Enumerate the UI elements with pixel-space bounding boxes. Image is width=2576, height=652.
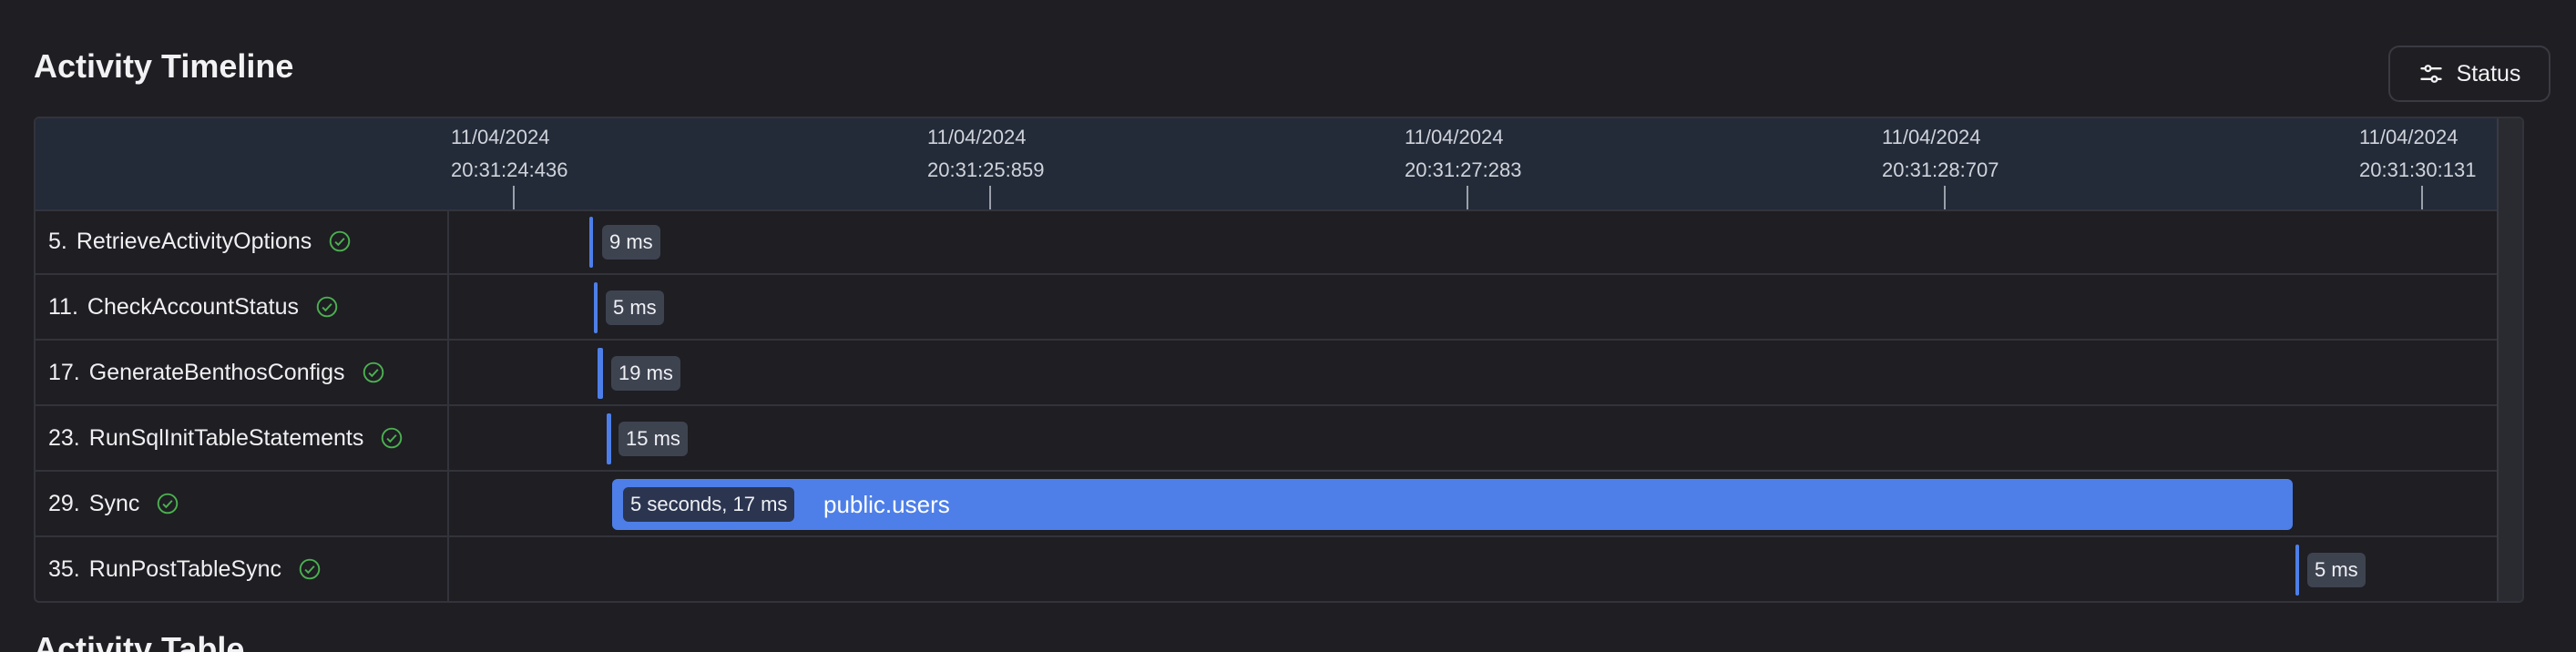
tick-mark (2421, 186, 2423, 209)
duration-badge: 5 seconds, 17 ms (623, 487, 795, 522)
tick-time: 20:31:27:283 (1405, 158, 1522, 181)
tick-date: 11/04/2024 (451, 126, 550, 148)
activity-bar[interactable] (594, 282, 598, 333)
timeline-time-axis: 11/04/2024 20:31:24:436 11/04/2024 20:31… (36, 118, 2522, 211)
activity-timeline: 11/04/2024 20:31:24:436 11/04/2024 20:31… (34, 117, 2524, 603)
activity-bar[interactable]: 5 seconds, 17 ms public.users (612, 479, 2293, 530)
check-circle-icon (363, 362, 383, 383)
duration-badge: 5 ms (606, 290, 664, 325)
timeline-row[interactable]: 17. GenerateBenthosConfigs 19 ms (36, 341, 2502, 406)
tick-time: 20:31:28:707 (1882, 158, 1999, 181)
activity-bar[interactable] (607, 413, 611, 464)
activity-label: 11. CheckAccountStatus (36, 275, 449, 339)
activity-name: CheckAccountStatus (87, 293, 299, 320)
vertical-scrollbar[interactable] (2497, 118, 2522, 601)
activity-index: 11. (48, 293, 78, 320)
activity-bar[interactable] (2295, 545, 2299, 596)
timeline-row[interactable]: 23. RunSqlInitTableStatements 15 ms (36, 406, 2502, 472)
check-circle-icon (158, 493, 179, 514)
activity-name: RunPostTableSync (88, 555, 281, 582)
timeline-row[interactable]: 35. RunPostTableSync 5 ms (36, 537, 2502, 601)
duration-badge: 19 ms (611, 356, 680, 391)
duration-badge: 9 ms (602, 225, 660, 260)
activity-label: 35. RunPostTableSync (36, 537, 449, 601)
check-circle-icon (382, 427, 403, 449)
tick-mark (1944, 186, 1946, 209)
tick-date: 11/04/2024 (1882, 126, 1981, 148)
tick-mark (1467, 186, 1468, 209)
tick-mark (989, 186, 991, 209)
bar-table-label: public.users (823, 491, 950, 518)
duration-badge: 5 ms (2307, 553, 2366, 587)
activity-page: Activity Timeline Status 11/04/2024 20:3… (0, 0, 2576, 652)
tick-date: 11/04/2024 (927, 126, 1027, 148)
activity-name: GenerateBenthosConfigs (88, 359, 345, 385)
activity-label: 29. Sync (36, 472, 449, 535)
tick-time: 20:31:30:131 (2359, 158, 2477, 181)
status-filter-button[interactable]: Status (2388, 46, 2550, 102)
page-title: Activity Timeline (34, 47, 294, 85)
activity-bar[interactable] (589, 217, 593, 268)
activity-label: 23. RunSqlInitTableStatements (36, 406, 449, 470)
timeline-row[interactable]: 11. CheckAccountStatus 5 ms (36, 275, 2502, 341)
tick-time: 20:31:24:436 (451, 158, 568, 181)
activity-index: 35. (48, 555, 80, 582)
activity-index: 17. (48, 359, 80, 385)
sliders-icon (2419, 65, 2442, 83)
activity-index: 23. (48, 424, 80, 451)
activity-name: RunSqlInitTableStatements (88, 424, 364, 451)
activity-index: 5. (48, 228, 67, 254)
activity-bar[interactable] (598, 348, 603, 399)
tick-date: 11/04/2024 (2359, 126, 2458, 148)
check-circle-icon (330, 230, 351, 252)
timeline-row[interactable]: 29. Sync 5 seconds, 17 ms public.users (36, 472, 2502, 537)
activity-label: 17. GenerateBenthosConfigs (36, 341, 449, 404)
activity-name: Sync (88, 490, 140, 516)
activity-index: 29. (48, 490, 80, 516)
tick-date: 11/04/2024 (1405, 126, 1504, 148)
tick-mark (513, 186, 515, 209)
activity-name: RetrieveActivityOptions (76, 228, 312, 254)
tick-time: 20:31:25:859 (927, 158, 1045, 181)
check-circle-icon (299, 558, 321, 580)
status-button-label: Status (2456, 60, 2521, 87)
timeline-row[interactable]: 5. RetrieveActivityOptions 9 ms (36, 209, 2502, 275)
check-circle-icon (316, 296, 338, 318)
activity-label: 5. RetrieveActivityOptions (36, 209, 449, 273)
activity-table-heading: Activity Table (34, 630, 245, 652)
duration-badge: 15 ms (618, 422, 688, 456)
